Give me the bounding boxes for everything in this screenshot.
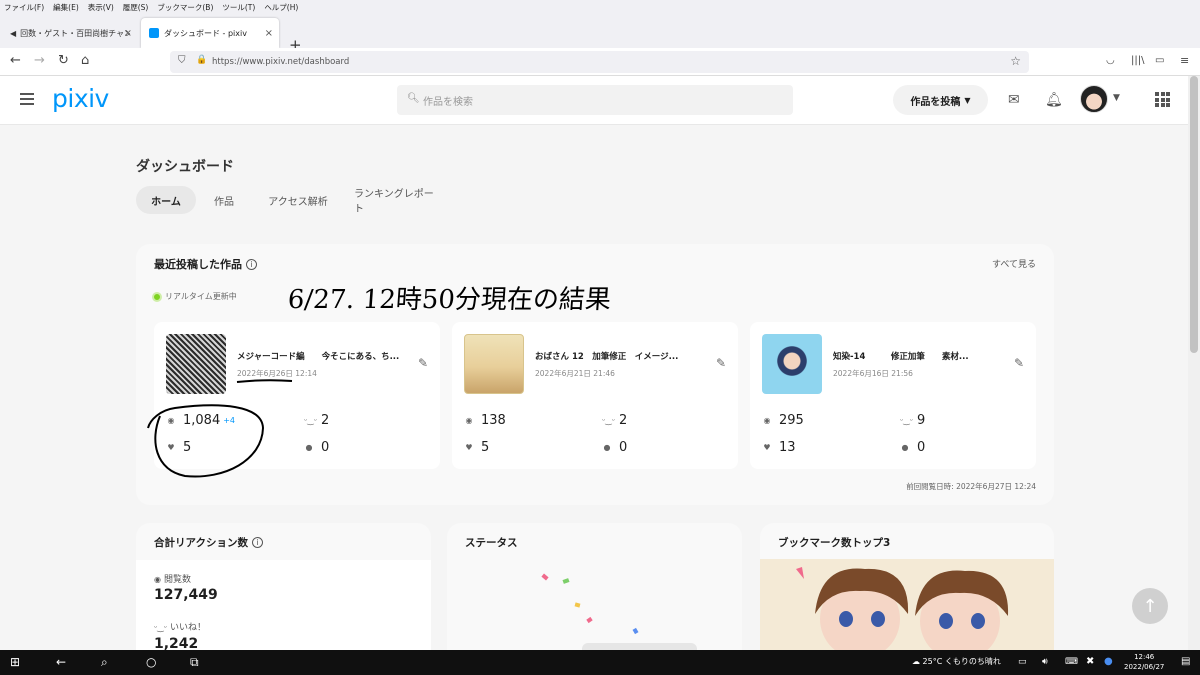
circle-mark — [147, 404, 265, 478]
underline-mark — [236, 379, 293, 383]
total-reactions-title: 合計リアクション数 i — [154, 535, 263, 550]
status-card: ステータス — [447, 523, 742, 663]
total-reactions-card: 合計リアクション数 i ◉ 閲覧数 127,449 ᵕ‿ᵕ いいね！ 1,242 — [136, 523, 431, 670]
confetti — [541, 573, 549, 581]
cortana-icon[interactable]: ○ — [146, 655, 156, 669]
windows-taskbar: ⊞ ← ⌕ ○ ⧉ ☁ 25°C くもりのち晴れ ▭ 🔊︎ ⌨ ✖ ● 12:4… — [0, 650, 1200, 675]
notification-icon[interactable]: ▤ — [1181, 656, 1190, 667]
smile-icon: ᵕ‿ᵕ — [154, 623, 168, 632]
anime-illustration — [760, 559, 1054, 663]
likes-label: ᵕ‿ᵕ いいね！ — [154, 620, 206, 633]
total-reactions-title-text: 合計リアクション数 — [154, 537, 248, 549]
weather-widget[interactable]: ☁ 25°C くもりのち晴れ — [912, 656, 1001, 667]
likes-label-text: いいね！ — [170, 623, 207, 633]
scroll-to-top-button[interactable]: ↑ — [1132, 588, 1168, 624]
top-work-image[interactable] — [760, 559, 1054, 663]
confetti — [632, 627, 639, 635]
close-icon[interactable]: ✖ — [1086, 656, 1094, 667]
views-label-text: 閲覧数 — [163, 575, 191, 585]
app-tray-icon[interactable]: ● — [1104, 656, 1113, 667]
confetti — [586, 616, 593, 624]
bookmark-top3-title: ブックマーク数トップ3 — [778, 537, 891, 549]
system-clock[interactable]: 12:46 2022/06/27 — [1124, 652, 1164, 672]
total-views-value: 127,449 — [154, 587, 218, 603]
status-title: ステータス — [465, 537, 518, 549]
back-arrow-icon[interactable]: ← — [56, 655, 66, 669]
task-view-icon[interactable]: ⧉ — [190, 655, 199, 670]
confetti — [562, 578, 570, 584]
confetti — [574, 602, 581, 608]
volume-icon[interactable]: 🔊︎ — [1042, 657, 1048, 667]
clock-time: 12:46 — [1134, 653, 1155, 661]
windows-start-icon[interactable]: ⊞ — [10, 655, 20, 669]
eye-icon: ◉ — [154, 575, 161, 584]
keyboard-icon[interactable]: ⌨ — [1065, 657, 1078, 667]
arrow-up-icon: ↑ — [1142, 595, 1158, 617]
network-icon[interactable]: ▭ — [1018, 657, 1027, 667]
weather-text: 25°C くもりのち晴れ — [922, 657, 1001, 666]
bookmark-top3-card: ブックマーク数トップ3 — [760, 523, 1054, 663]
clock-date: 2022/06/27 — [1124, 663, 1165, 671]
info-icon[interactable]: i — [251, 537, 263, 548]
views-label: ◉ 閲覧数 — [154, 572, 191, 585]
cloud-icon: ☁ — [912, 657, 920, 666]
search-icon[interactable]: ⌕ — [101, 655, 108, 670]
